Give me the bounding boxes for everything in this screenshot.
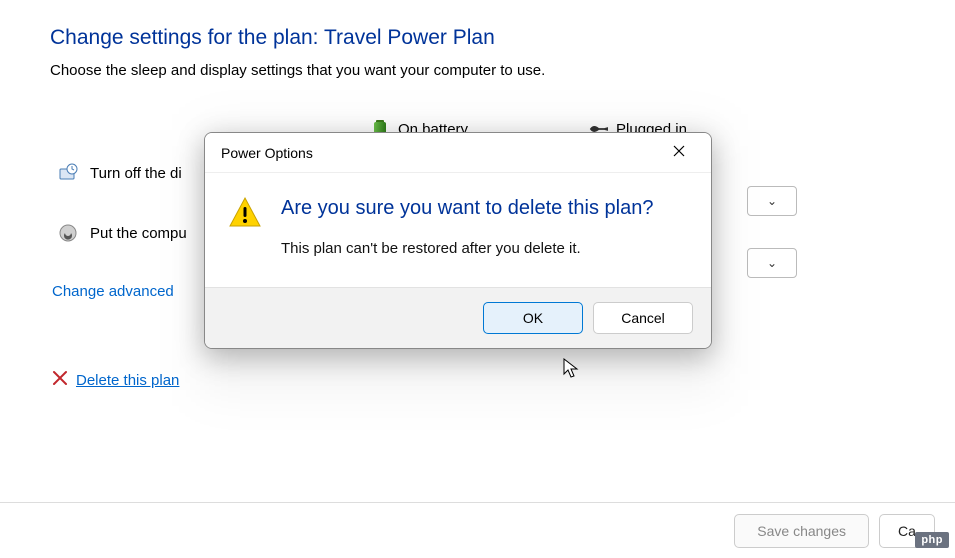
page-subtitle: Choose the sleep and display settings th… <box>50 62 905 79</box>
dialog-title-bar: Power Options <box>205 133 711 173</box>
dialog-cancel-button[interactable]: Cancel <box>593 302 693 334</box>
sleep-plugged-dropdown[interactable]: ⌄ <box>747 248 797 278</box>
dialog-heading: Are you sure you want to delete this pla… <box>281 195 689 222</box>
confirm-delete-dialog: Power Options Are you sure you want to d… <box>204 132 712 349</box>
delete-x-icon <box>52 370 68 390</box>
dialog-message-col: Are you sure you want to delete this pla… <box>281 195 689 277</box>
dialog-body: Are you sure you want to delete this pla… <box>205 173 711 287</box>
chevron-down-icon: ⌄ <box>767 256 777 270</box>
clock-monitor-icon <box>58 163 78 183</box>
dialog-close-button[interactable] <box>657 138 701 168</box>
php-badge: php <box>915 532 949 548</box>
save-changes-button[interactable]: Save changes <box>734 514 869 548</box>
dialog-actions: OK Cancel <box>205 287 711 348</box>
bottom-button-bar: Save changes Ca <box>0 502 955 558</box>
plan-name: Travel Power Plan <box>324 26 495 49</box>
mouse-cursor <box>563 358 581 384</box>
dialog-ok-button[interactable]: OK <box>483 302 583 334</box>
dialog-title: Power Options <box>221 145 313 161</box>
page-title: Change settings for the plan: Travel Pow… <box>50 26 905 50</box>
display-plugged-dropdown[interactable]: ⌄ <box>747 186 797 216</box>
title-prefix: Change settings for the plan: <box>50 26 324 49</box>
dialog-description: This plan can't be restored after you de… <box>281 240 689 257</box>
close-icon <box>673 144 685 161</box>
delete-plan-link[interactable]: Delete this plan <box>76 372 179 389</box>
sleep-icon <box>58 223 78 243</box>
chevron-down-icon: ⌄ <box>767 194 777 208</box>
row-display-label: Turn off the di <box>90 165 182 182</box>
warning-icon <box>227 195 263 277</box>
row-sleep-label: Put the compu <box>90 225 187 242</box>
